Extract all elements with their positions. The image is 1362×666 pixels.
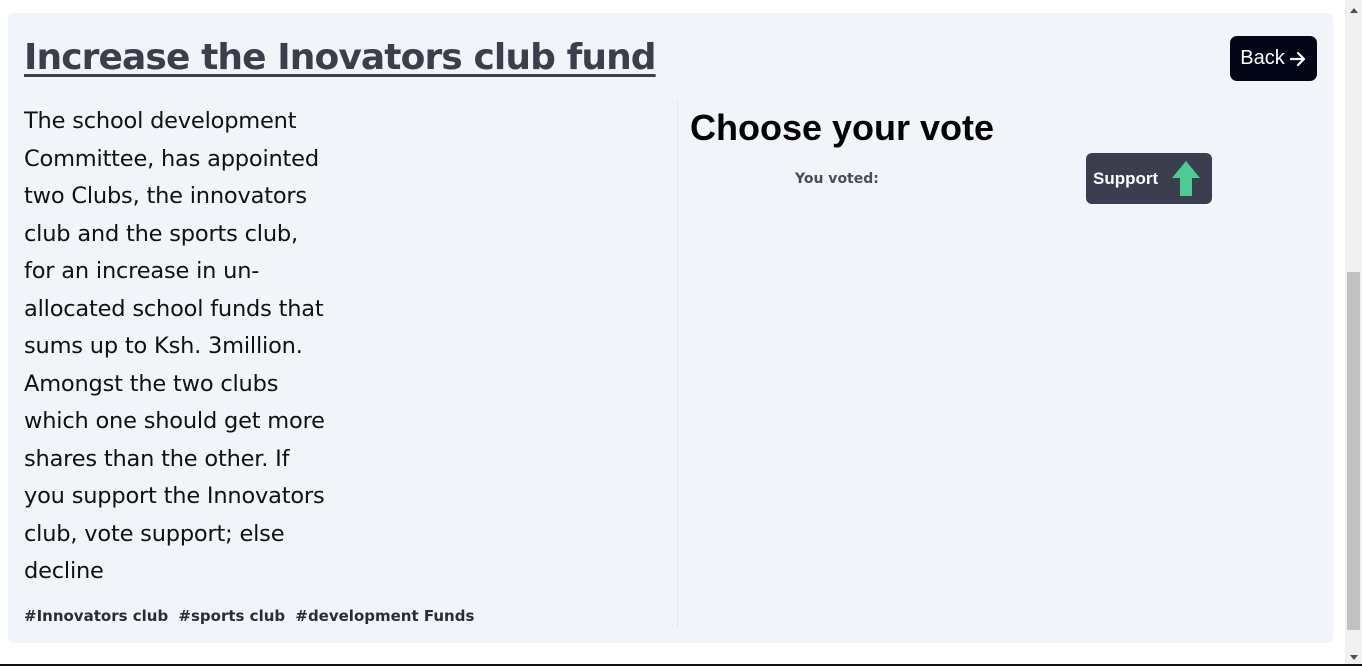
vertical-scrollbar[interactable] — [1345, 0, 1362, 664]
back-button[interactable]: Back — [1230, 36, 1317, 81]
description-line: which one should get more — [24, 408, 325, 434]
proposal-card: Increase the Inovators club fund Back Th… — [8, 13, 1333, 643]
description-line: two Clubs, the innovators — [24, 183, 307, 209]
proposal-title[interactable]: Increase the Inovators club fund — [24, 35, 657, 81]
scroll-up-arrow-icon — [1349, 0, 1358, 18]
voted-label: You voted: — [795, 171, 879, 187]
arrow-right-icon — [1289, 51, 1307, 67]
description-line: allocated school funds that — [24, 295, 324, 322]
description-line: club and the sports club, — [24, 220, 298, 247]
column-divider — [677, 101, 678, 628]
tag-development-funds: #development Funds — [295, 607, 475, 625]
arrow-up-icon — [1171, 160, 1201, 202]
description-line: sums up to Ksh. 3million. — [24, 333, 303, 359]
description-line: Committee, has appointed — [24, 145, 319, 172]
description-line: The school development — [24, 108, 297, 134]
proposal-description: The school development Committee, has ap… — [24, 103, 369, 591]
description-line: decline — [24, 558, 104, 584]
back-button-label: Back — [1240, 47, 1285, 69]
scroll-down-arrow-icon — [1349, 647, 1358, 665]
description-line: club, vote support; else — [24, 520, 285, 547]
scrollbar-thumb[interactable] — [1347, 272, 1360, 630]
scroll-up-button[interactable] — [1345, 0, 1362, 17]
scroll-down-button[interactable] — [1345, 647, 1362, 664]
tag-sports-club: #sports club — [178, 607, 286, 625]
tag-innovators-club: #Innovators club — [24, 607, 169, 625]
description-line: shares than the other. If — [24, 445, 290, 472]
description-line: Amongst the two clubs — [24, 370, 279, 397]
page-viewport: Increase the Inovators club fund Back Th… — [0, 0, 1345, 664]
description-line: you support the Innovators — [24, 483, 325, 509]
vote-heading: Choose your vote — [690, 107, 995, 148]
support-vote-label: Support — [1093, 168, 1159, 188]
proposal-tags: #Innovators club #sports club #developme… — [24, 607, 474, 625]
description-line: for an increase in un- — [24, 258, 260, 284]
support-vote-button[interactable]: Support — [1086, 153, 1212, 204]
